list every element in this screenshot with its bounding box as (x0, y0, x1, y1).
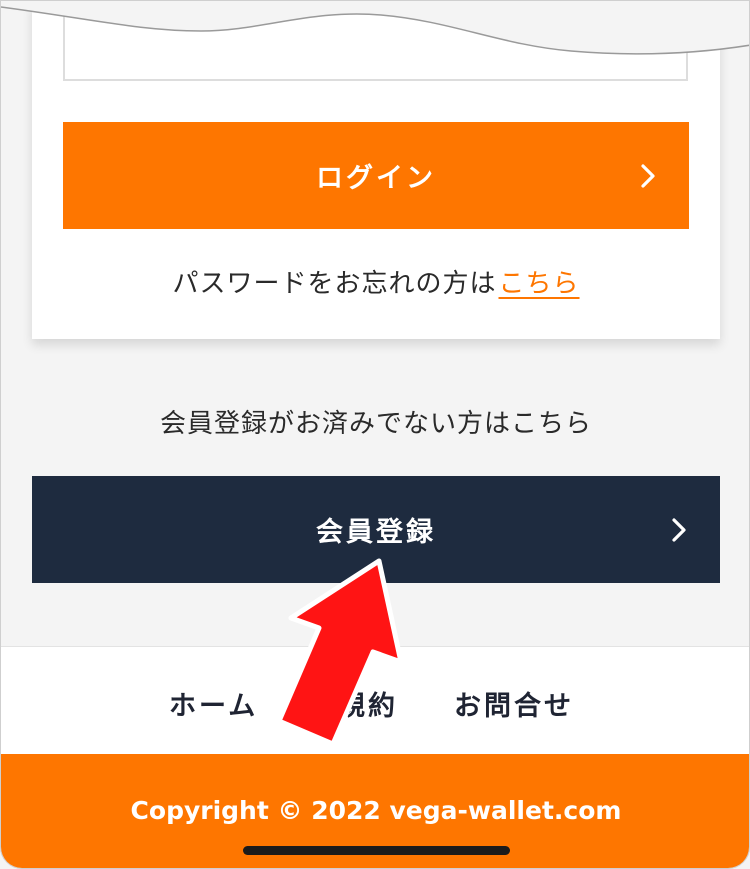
footer-link-home[interactable]: ホーム (169, 684, 258, 723)
chevron-right-icon (672, 517, 686, 542)
home-indicator[interactable] (243, 846, 510, 855)
forgot-password-text: パスワードをお忘れの方は (172, 269, 497, 299)
torn-edge (1, 1, 749, 55)
forgot-password-link[interactable]: こちら (499, 269, 580, 299)
register-prompt: 会員登録がお済みでない方はこちら (159, 409, 592, 439)
register-button-label: 会員登録 (316, 517, 436, 548)
forgot-password-line: パスワードをお忘れの方はこちら (1, 263, 749, 300)
chevron-right-icon (641, 163, 655, 188)
copyright-text: Copyright © 2022 vega-wallet.com (130, 796, 622, 825)
screen-frame: ログイン パスワードをお忘れの方はこちら 会員登録がお済みでない方はこちら 会員… (0, 0, 750, 869)
login-button-label: ログイン (316, 163, 436, 194)
red-arrow-icon (276, 558, 404, 746)
footer-link-contact[interactable]: お問合せ (454, 684, 574, 723)
login-button[interactable]: ログイン (63, 122, 689, 229)
